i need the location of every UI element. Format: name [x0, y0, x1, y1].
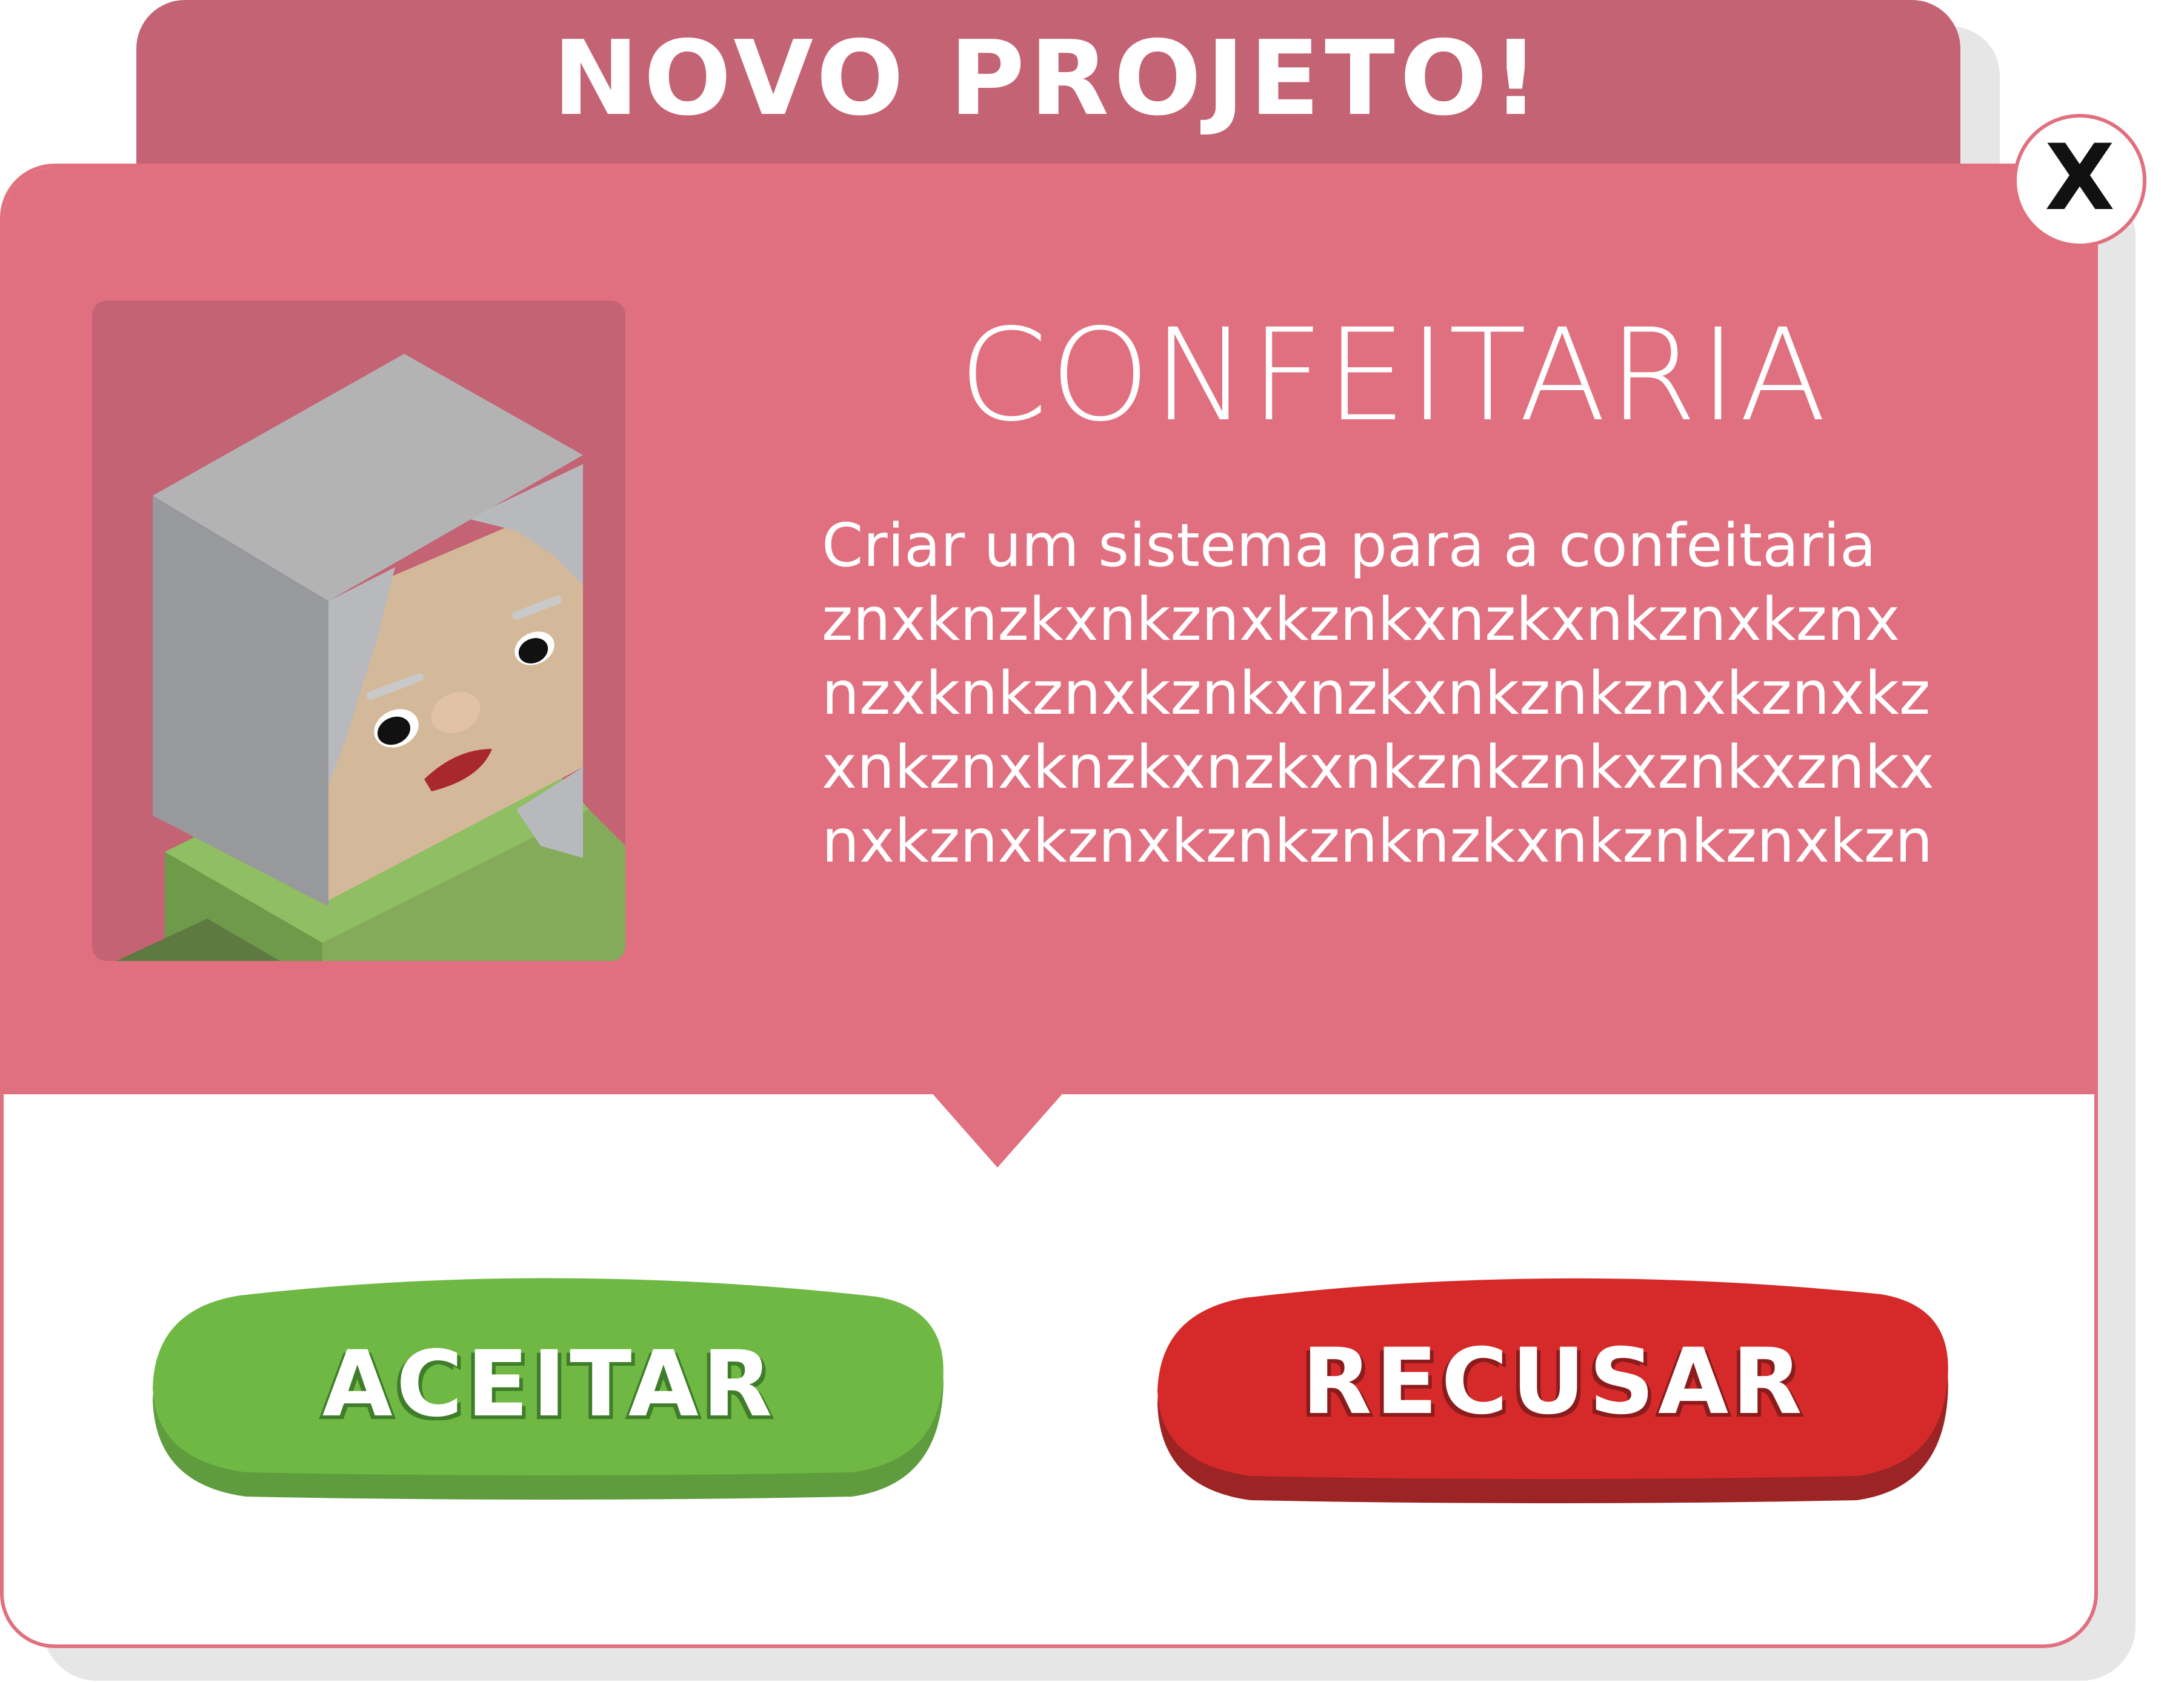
project-description: Criar um sistema para a confeitaria znxk… — [822, 509, 2009, 879]
accept-button[interactable]: ACEITAR — [149, 1272, 949, 1503]
speech-pointer — [931, 1092, 1064, 1168]
close-button[interactable]: X — [2013, 114, 2146, 247]
client-avatar-illustration — [116, 354, 625, 961]
description-line: nxkznxkznxkznkznknzkxnkznkznxkzn — [822, 807, 1933, 876]
accept-label: ACEITAR — [322, 1332, 776, 1437]
dialog-title: NOVO PROJETO! — [553, 19, 1544, 139]
description-line: nzxknkznxkznkxnzkxnkznkznxkznxkz — [822, 659, 1931, 728]
description-line: xnkznxknzkxnzkxnkznkznkxznkxznkx — [822, 733, 1934, 802]
client-avatar — [92, 301, 625, 961]
description-line: znxknzkxnkznxkznkxnzkxnkznxkznx — [822, 585, 1900, 654]
close-icon: X — [2045, 125, 2115, 231]
description-line: Criar um sistema para a confeitaria — [822, 511, 1876, 580]
refuse-button[interactable]: RECUSAR — [1154, 1270, 1954, 1506]
refuse-label: RECUSAR — [1302, 1329, 1806, 1435]
project-title: CONFEITARIA — [959, 301, 1829, 450]
